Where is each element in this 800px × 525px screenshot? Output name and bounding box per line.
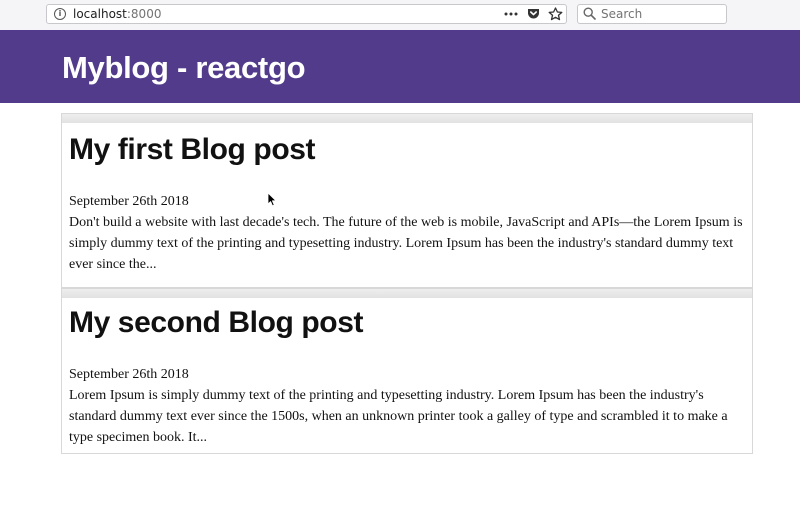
post-list: My first Blog post September 26th 2018 D… <box>61 113 753 454</box>
search-input[interactable]: Search <box>577 4 727 24</box>
post-date: September 26th 2018 <box>69 367 189 382</box>
more-actions-icon[interactable] <box>503 6 519 22</box>
site-title[interactable]: Myblog - reactgo <box>62 50 306 86</box>
url-port: :8000 <box>126 7 162 21</box>
info-icon[interactable]: i <box>54 8 66 20</box>
page-actions <box>503 5 563 23</box>
site-header: Myblog - reactgo <box>0 30 800 103</box>
url-bar[interactable]: i localhost:8000 <box>46 4 567 24</box>
post-title[interactable]: My second Blog post <box>69 305 745 341</box>
post-card[interactable]: My first Blog post September 26th 2018 D… <box>61 113 753 288</box>
post-title[interactable]: My first Blog post <box>69 132 745 168</box>
mouse-cursor-icon <box>267 192 277 212</box>
browser-toolbar: i localhost:8000 Search <box>0 0 800 30</box>
post-card-top-shadow <box>62 113 752 123</box>
url-host: localhost <box>73 7 127 21</box>
post-card[interactable]: My second Blog post September 26th 2018 … <box>61 288 753 454</box>
post-excerpt: Don't build a website with last decade's… <box>69 215 743 272</box>
bookmark-star-icon[interactable] <box>547 6 563 22</box>
post-excerpt: Lorem Ipsum is simply dummy text of the … <box>69 388 728 445</box>
post-date: September 26th 2018 <box>69 194 189 209</box>
url-text: localhost:8000 <box>73 7 161 22</box>
search-icon <box>583 7 596 25</box>
pocket-icon[interactable] <box>525 6 541 22</box>
search-placeholder: Search <box>601 7 643 21</box>
post-card-top-shadow <box>62 288 752 298</box>
